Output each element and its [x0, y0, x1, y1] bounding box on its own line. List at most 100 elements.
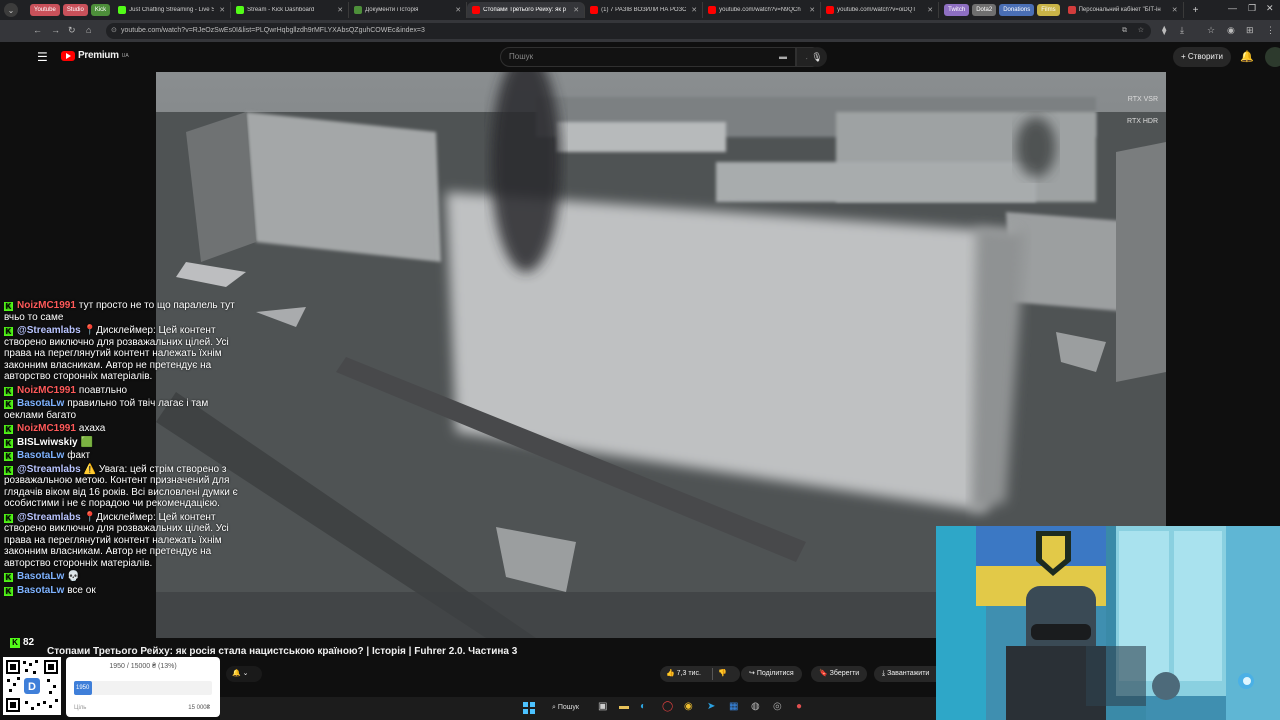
tab-search-menu-button[interactable]: ⌄ [4, 3, 18, 17]
chat-text: 💀 [67, 571, 80, 582]
close-tab-icon[interactable]: ✕ [573, 6, 579, 14]
pinned-group-1[interactable]: Studio [62, 4, 88, 16]
close-tab-icon[interactable]: ✕ [337, 6, 343, 14]
close-tab-icon[interactable]: ✕ [1172, 6, 1178, 14]
maximize-icon[interactable]: ❐ [1248, 3, 1256, 14]
pinned-group-2[interactable]: Kick [90, 4, 111, 16]
like-button[interactable]: 👍 7,3 тис. [666, 666, 701, 682]
share-button[interactable]: ↪ Поділитися [741, 666, 802, 682]
tab-title: Just Chatting Streaming - Live S [129, 7, 215, 13]
chat-username: NoizMC1991 [17, 423, 76, 434]
notification-bell-button[interactable]: 🔔 ⌄ [226, 666, 262, 682]
chat-message: K NoizMC1991 тут просто не то що паралель … [4, 300, 245, 323]
tab-group-pills: Twitch Dota2 Donations Films [944, 4, 1060, 16]
app2-icon[interactable]: ● [796, 701, 802, 712]
extensions-icon[interactable]: ⧫ [1162, 25, 1166, 36]
close-tab-icon[interactable]: ✕ [927, 6, 933, 14]
start-button[interactable] [523, 702, 535, 714]
tab-title: youtube.com/watch?v=N9QCh [719, 7, 801, 13]
taskbar-search[interactable]: ⌕ Пошук [546, 700, 592, 716]
steam-icon[interactable]: ◎ [773, 701, 782, 712]
tab-group-pill[interactable]: Films [1037, 4, 1060, 16]
save-button[interactable]: 🔖 Зберегти [811, 666, 868, 682]
bookmarks-icon[interactable]: ☆ [1207, 25, 1215, 36]
close-tab-icon[interactable]: ✕ [455, 6, 461, 14]
browser-tab[interactable]: youtube.com/watch?v=oiDQT ✕ [821, 2, 940, 18]
url-bar[interactable]: ⊙ youtube.com/watch?v=RJeOzSwEs0I&list=P… [106, 23, 1151, 39]
tab-title: Стопами Третього Рейху: як р [483, 7, 566, 13]
search-input[interactable]: Пошук ▬ [500, 47, 796, 67]
browser-tab[interactable]: Just Chatting Streaming - Live S ✕ [113, 2, 232, 18]
tab-favicon-icon [826, 6, 835, 14]
browser-tabs: Just Chatting Streaming - Live S ✕ Stream … [113, 2, 940, 18]
create-button[interactable]: + Створити [1173, 47, 1231, 67]
edge-icon[interactable]: ◐ [640, 701, 646, 712]
task-view-icon[interactable]: ▣ [598, 701, 607, 712]
pinned-group-0[interactable]: Youtube [30, 4, 60, 16]
profile-icon[interactable]: ◉ [1227, 25, 1235, 36]
downloads-icon[interactable]: ⤓ [1180, 25, 1184, 36]
hamburger-menu-icon[interactable]: ☰ [37, 50, 48, 64]
browser-tab[interactable]: Stream - Kick Dashboard ✕ [231, 2, 350, 18]
kick-logo-icon: K [10, 638, 20, 648]
site-info-icon[interactable]: ⊙ [111, 23, 117, 39]
thumbs-up-icon: 👍 [666, 670, 675, 677]
home-icon[interactable]: ⌂ [86, 25, 91, 35]
chat-text: ахаха [78, 423, 106, 434]
install-app-icon[interactable]: ⧉ [1122, 23, 1127, 39]
obs-icon[interactable]: ◍ [751, 701, 760, 712]
new-tab-button[interactable]: + [1193, 5, 1199, 16]
close-tab-icon[interactable]: ✕ [809, 6, 815, 14]
voice-search-button[interactable]: 🎙 [807, 47, 827, 67]
file-explorer-icon[interactable]: ▬ [619, 701, 629, 712]
forward-icon[interactable]: → [51, 25, 60, 35]
stream-chat-overlay: K NoizMC1991 тут просто не то що паралель … [0, 300, 245, 635]
tab-favicon-icon [472, 6, 481, 14]
close-tab-icon[interactable]: ✕ [691, 6, 697, 14]
tab-group-pill[interactable]: Dota2 [972, 4, 997, 16]
like-dislike-group: 👍 7,3 тис. 👎 [660, 666, 740, 682]
kick-badge-icon: K [4, 573, 13, 582]
tab-title: youtube.com/watch?v=oiDQT [837, 7, 917, 13]
like-count: 7,3 тис. [676, 670, 701, 677]
browser-tab[interactable]: (1) 7 РАЗІВ ВОЗИЛИ НА РОЗС ✕ [585, 2, 704, 18]
minimize-icon[interactable]: — [1228, 3, 1237, 13]
keyboard-icon[interactable]: ▬ [779, 48, 787, 66]
tab-group-pill[interactable]: Twitch [944, 4, 970, 16]
bookmark-star-icon[interactable]: ☆ [1138, 23, 1144, 39]
reload-icon[interactable]: ↻ [68, 25, 76, 36]
browser-tab[interactable]: youtube.com/watch?v=N9QCh ✕ [703, 2, 822, 18]
viewer-count: K 82 [10, 637, 34, 648]
apps-icon[interactable]: ⊞ [1246, 25, 1254, 36]
browser-tab-cabinet[interactable]: Персональний кабінет "БІТ-ін ✕ [1063, 2, 1184, 18]
chat-username: BasotaLw [17, 450, 65, 461]
app-icon[interactable]: ▦ [729, 701, 738, 712]
kick-badge-icon: K [4, 302, 13, 311]
chat-text: все ок [67, 584, 96, 596]
chat-message: K NoizMC1991 ахаха [4, 423, 245, 435]
thumbs-down-icon: 👎 [718, 670, 727, 677]
download-icon: ⤓ [882, 670, 886, 677]
opera-icon[interactable]: ◯ [662, 701, 673, 712]
webcam-overlay [936, 526, 1280, 720]
goal-current: 1950 [76, 685, 90, 691]
chrome-icon[interactable]: ◉ [684, 701, 693, 712]
goal-text: 1950 / 15000 ₴ (13%) [109, 663, 177, 670]
avatar[interactable] [1265, 47, 1280, 67]
download-button[interactable]: ⤓ Завантажити [874, 666, 936, 682]
close-tab-icon[interactable]: ✕ [219, 6, 225, 14]
chat-username: BasotaLw [17, 571, 65, 582]
chat-message: K BasotaLw 💀 [4, 571, 245, 583]
bell-icon: 🔔 [232, 670, 241, 677]
browser-tab[interactable]: Документи і Історія ✕ [349, 2, 468, 18]
close-window-icon[interactable]: ✕ [1266, 3, 1274, 14]
telegram-icon[interactable]: ➤ [707, 701, 715, 712]
notifications-bell-icon[interactable]: 🔔 [1240, 50, 1254, 63]
tab-group-pill[interactable]: Donations [999, 4, 1035, 16]
chat-text: факт [67, 450, 91, 461]
youtube-logo[interactable]: Premium UA [61, 50, 129, 61]
browser-tab[interactable]: Стопами Третього Рейху: як р ✕ [467, 2, 586, 18]
dislike-button[interactable]: 👎 [718, 666, 727, 682]
chrome-menu-icon[interactable]: ⋮ [1266, 25, 1275, 36]
back-icon[interactable]: ← [33, 25, 42, 35]
